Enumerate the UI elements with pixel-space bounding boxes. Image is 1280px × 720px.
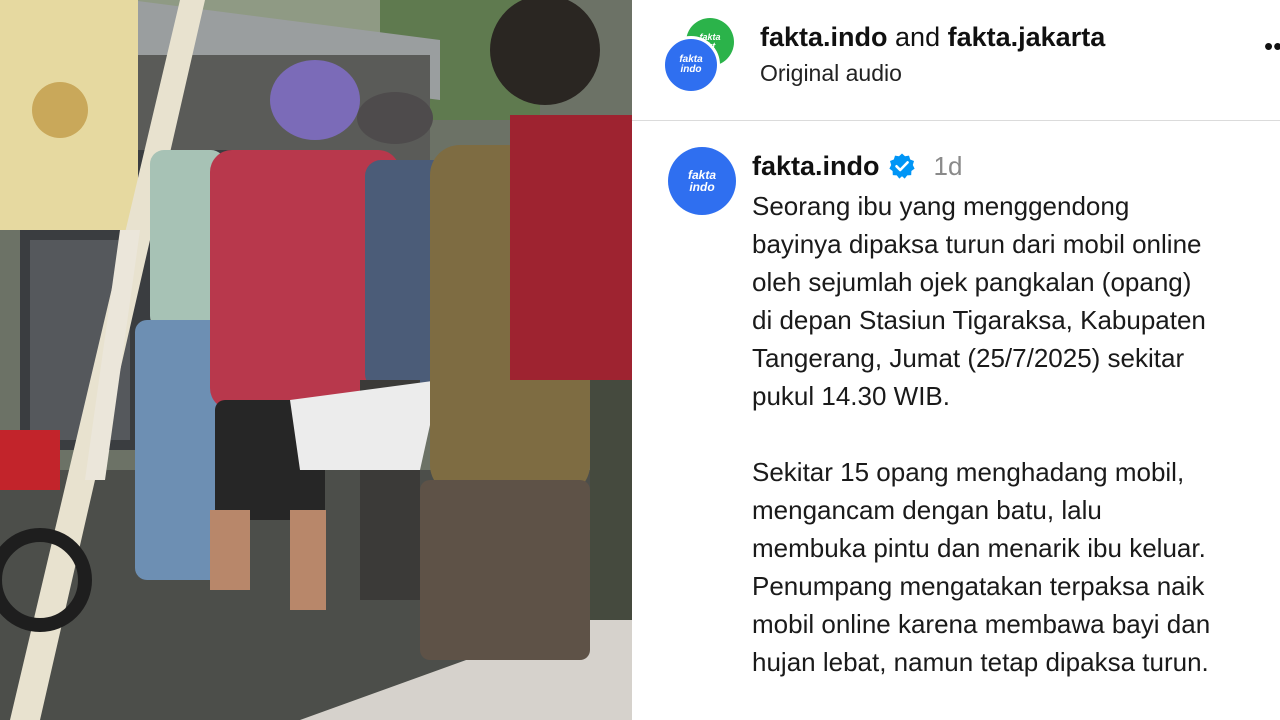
post-header: fakta.indo 1d [752,149,962,183]
verified-badge-icon [888,152,916,180]
account-link-secondary[interactable]: fakta.jakarta [948,22,1106,52]
caption-paragraph: Seorang ibu yang menggendong bayinya dip… [752,191,1206,411]
fakta-indo-avatar[interactable]: fakta indo [662,36,720,94]
caption-text: Seorang ibu yang menggendong bayinya dip… [752,187,1278,681]
original-audio-link[interactable]: Original audio [760,60,902,87]
post-caption-block: fakta indo fakta.indo 1d Seorang ibu yan… [632,121,1280,720]
collab-avatars[interactable]: fakta jkt fakta indo [662,16,740,94]
caption-paragraph: Sekitar 15 opang menghadang mobil, menga… [752,457,1211,677]
post-panel: fakta jkt fakta indo fakta.indo and fakt… [632,0,1280,720]
more-options-icon[interactable]: ••• [1264,33,1280,59]
audio-header: fakta jkt fakta indo fakta.indo and fakt… [632,0,1280,121]
author-username[interactable]: fakta.indo [752,151,880,182]
collab-accounts: fakta.indo and fakta.jakarta [760,22,1105,53]
conjunction-text: and [895,22,941,52]
post-timestamp[interactable]: 1d [934,151,963,182]
video-frame[interactable] [0,0,632,720]
author-avatar[interactable]: fakta indo [668,147,736,215]
video-scene-image [0,0,632,720]
account-link-primary[interactable]: fakta.indo [760,22,888,52]
